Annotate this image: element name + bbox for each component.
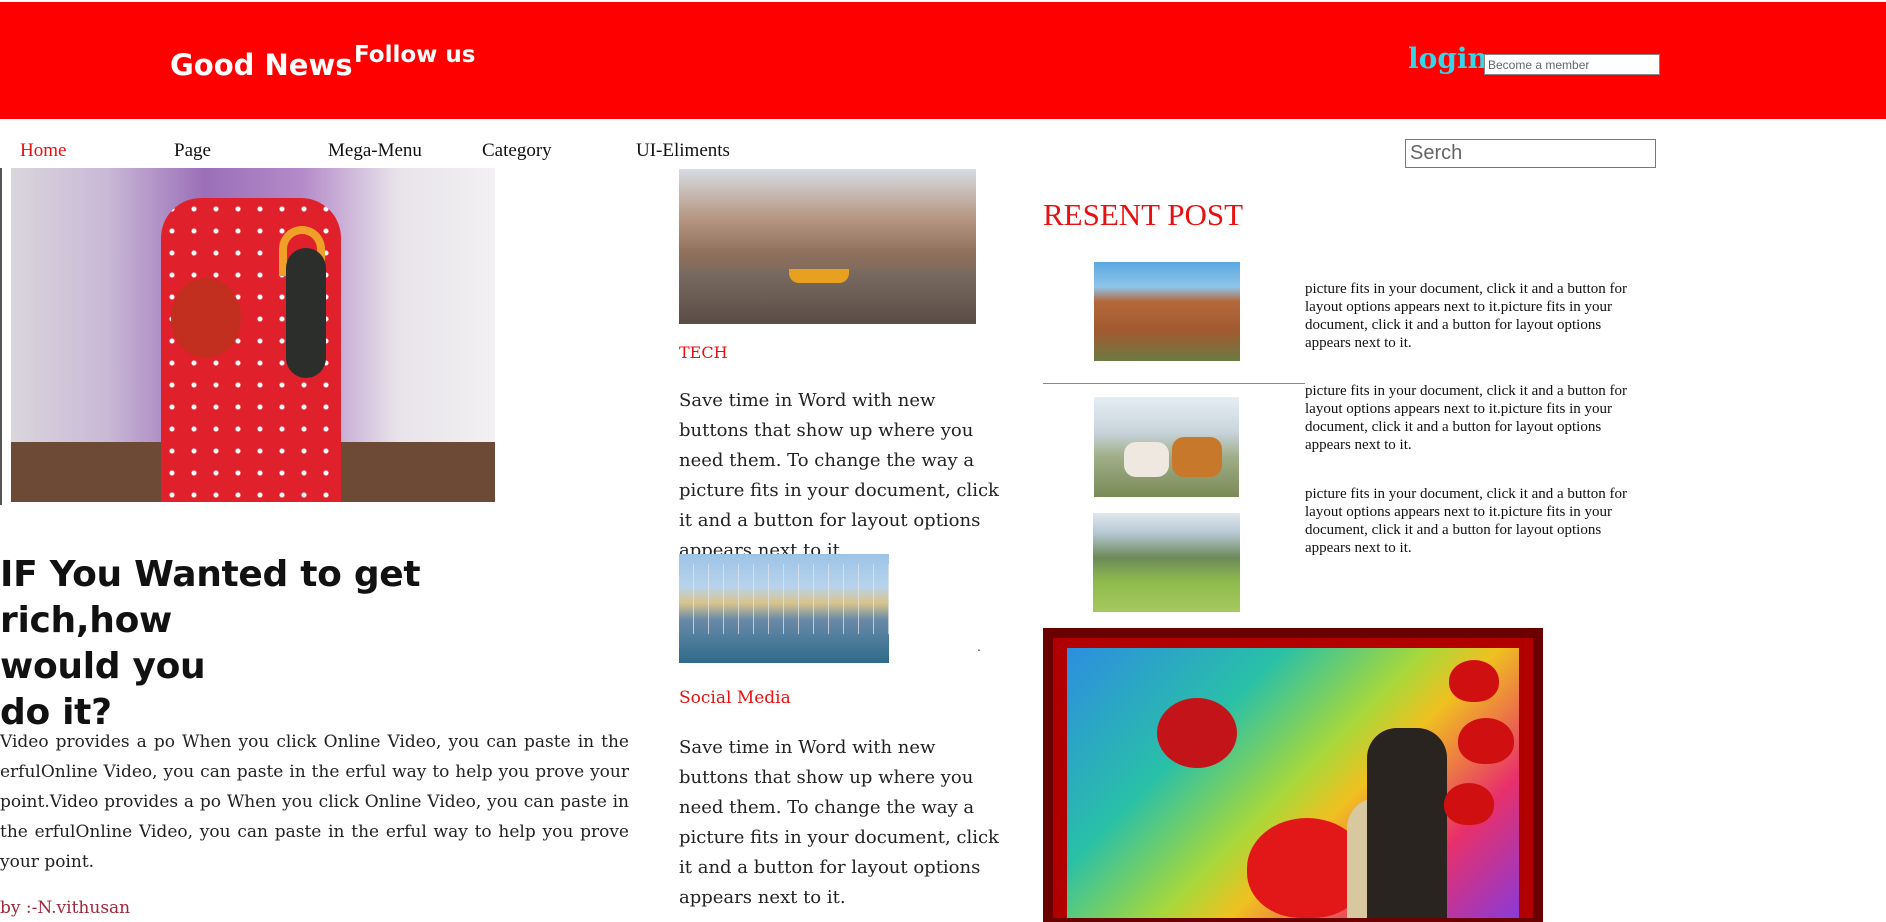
- site-header: Good News Follow us login: [0, 2, 1886, 119]
- tech-post-image[interactable]: [679, 169, 976, 324]
- valentine-banner-image[interactable]: [1043, 628, 1543, 922]
- recent-post-image[interactable]: [1094, 262, 1240, 361]
- recent-post-image[interactable]: [1093, 513, 1240, 612]
- stray-dot: .: [977, 640, 981, 654]
- image-hanging-heart: [1458, 718, 1514, 764]
- image-pumpkin: [171, 278, 241, 358]
- recent-post-text: picture fits in your document, click it …: [1305, 486, 1628, 556]
- image-boat: [789, 269, 849, 283]
- article-byline: by :-N.vithusan: [0, 898, 131, 918]
- site-brand[interactable]: Good News: [170, 48, 353, 82]
- login-link[interactable]: login: [1408, 42, 1488, 75]
- nav-mega-menu[interactable]: Mega-Menu: [328, 140, 422, 162]
- follow-us-link[interactable]: Follow us: [354, 42, 475, 68]
- tech-post-text: Save time in Word with new buttons that …: [679, 390, 999, 561]
- nav-category[interactable]: Category: [482, 140, 552, 162]
- article-body: Video provides a po When you click Onlin…: [0, 732, 629, 872]
- image-hanging-heart: [1444, 783, 1494, 825]
- article-headline[interactable]: IF You Wanted to get rich,how would you …: [0, 552, 560, 736]
- nav-page[interactable]: Page: [174, 140, 211, 162]
- headline-line: would you: [0, 646, 206, 687]
- featured-image-cook[interactable]: [11, 168, 495, 502]
- image-hanging-heart: [1449, 660, 1499, 702]
- image-groom: [1367, 728, 1447, 918]
- image-rose: [1157, 698, 1237, 768]
- image-brown-horse: [1172, 437, 1222, 477]
- recent-post-image[interactable]: [1094, 397, 1239, 497]
- image-masts: [679, 564, 889, 634]
- social-post-text: Save time in Word with new buttons that …: [679, 737, 999, 908]
- recent-post-text: picture fits in your document, click it …: [1305, 281, 1628, 351]
- image-squash: [286, 248, 326, 378]
- left-border-line: [0, 168, 2, 505]
- search-input[interactable]: [1405, 139, 1656, 168]
- social-post-image[interactable]: [679, 554, 889, 663]
- nav-home[interactable]: Home: [20, 140, 66, 162]
- recent-post-text: picture fits in your document, click it …: [1305, 383, 1628, 453]
- recent-post-title: RESENT POST: [1043, 197, 1244, 232]
- image-white-horse: [1124, 442, 1169, 477]
- image-gradient-background: [1067, 648, 1519, 918]
- post-category-social-media[interactable]: Social Media: [679, 688, 791, 708]
- nav-ui-eliments[interactable]: UI-Eliments: [636, 140, 730, 162]
- headline-line: IF You Wanted to get rich,how: [0, 554, 421, 641]
- become-member-input[interactable]: [1484, 54, 1660, 75]
- recent-post-divider: [1043, 383, 1305, 384]
- post-category-tech[interactable]: TECH: [679, 343, 728, 362]
